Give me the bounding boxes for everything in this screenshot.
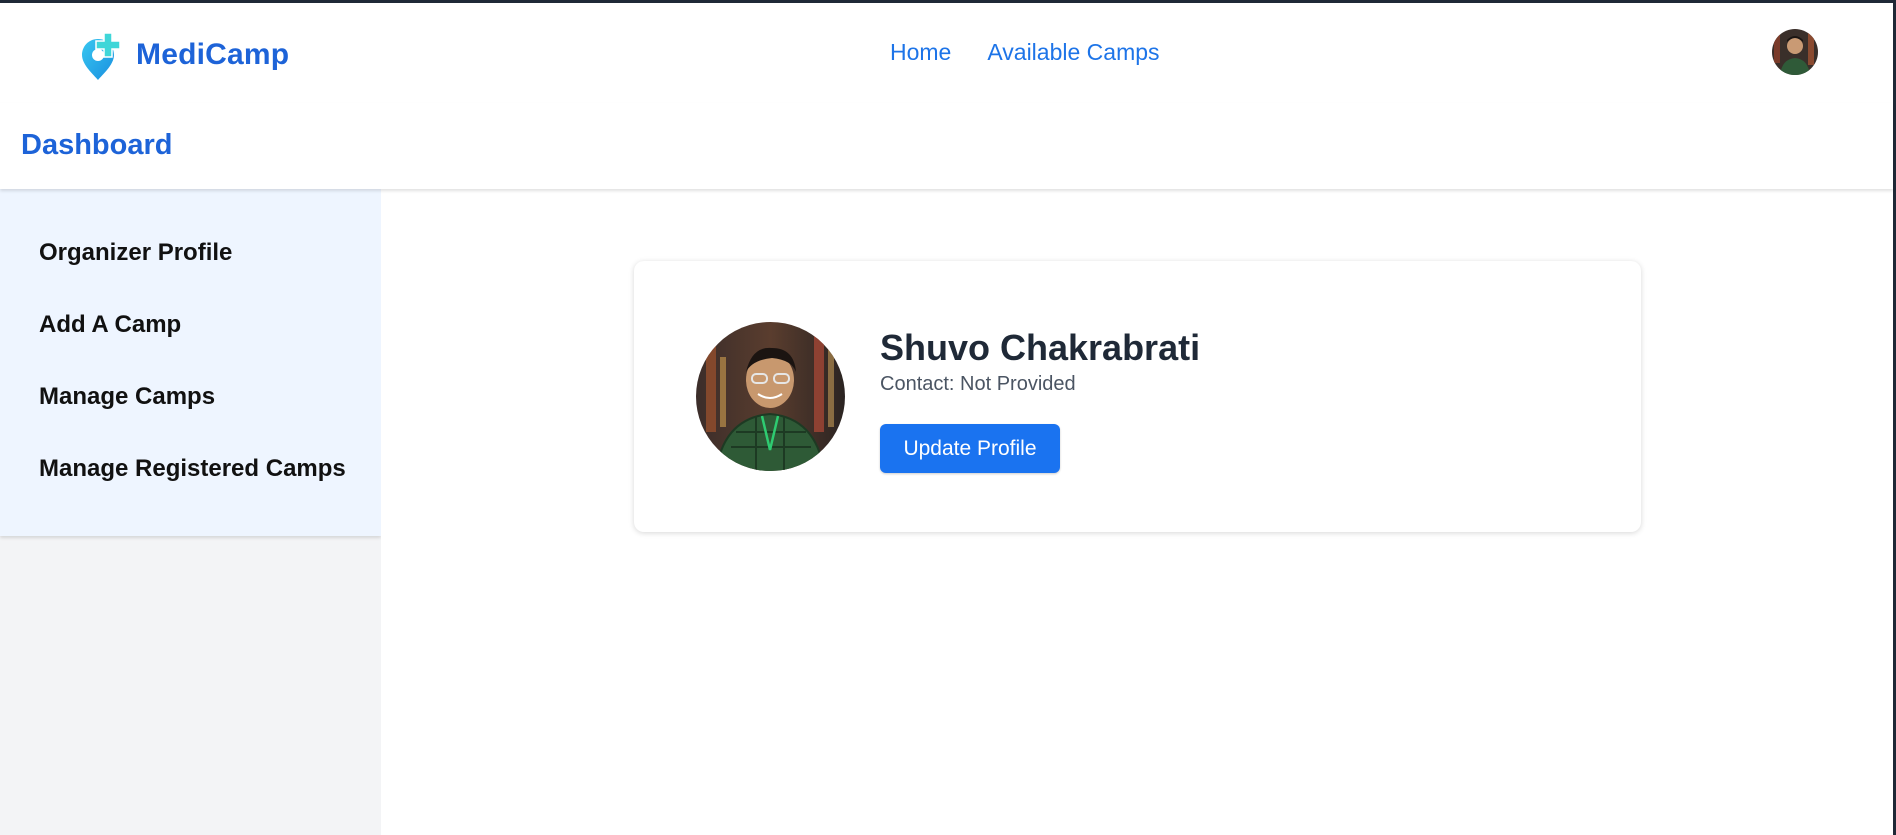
profile-card: Shuvo Chakrabrati Contact: Not Provided … [634, 261, 1641, 532]
sidebar-item-manage-registered-camps[interactable]: Manage Registered Camps [0, 455, 381, 527]
dashboard-header: Dashboard [0, 103, 1893, 189]
top-navbar: MediCamp Home Available Camps [0, 3, 1893, 103]
main-nav: Home Available Camps [890, 39, 1160, 66]
dashboard-title: Dashboard [21, 129, 173, 161]
user-avatar-photo [1772, 29, 1818, 75]
profile-photo-image [696, 322, 845, 471]
update-profile-button[interactable]: Update Profile [880, 424, 1060, 473]
sidebar: Organizer Profile Add A Camp Manage Camp… [0, 189, 381, 536]
medical-location-pin-icon [82, 32, 121, 80]
profile-name: Shuvo Chakrabrati [880, 327, 1201, 368]
sidebar-item-organizer-profile[interactable]: Organizer Profile [0, 239, 381, 311]
brand-logo[interactable]: MediCamp [80, 29, 289, 81]
user-avatar[interactable] [1772, 29, 1818, 75]
nav-link-home[interactable]: Home [890, 39, 951, 66]
profile-contact: Contact: Not Provided [880, 373, 1076, 395]
sidebar-item-add-a-camp[interactable]: Add A Camp [0, 311, 381, 383]
nav-link-available-camps[interactable]: Available Camps [987, 39, 1159, 66]
profile-photo [696, 322, 845, 471]
brand-name: MediCamp [136, 38, 290, 71]
sidebar-item-manage-camps[interactable]: Manage Camps [0, 383, 381, 455]
